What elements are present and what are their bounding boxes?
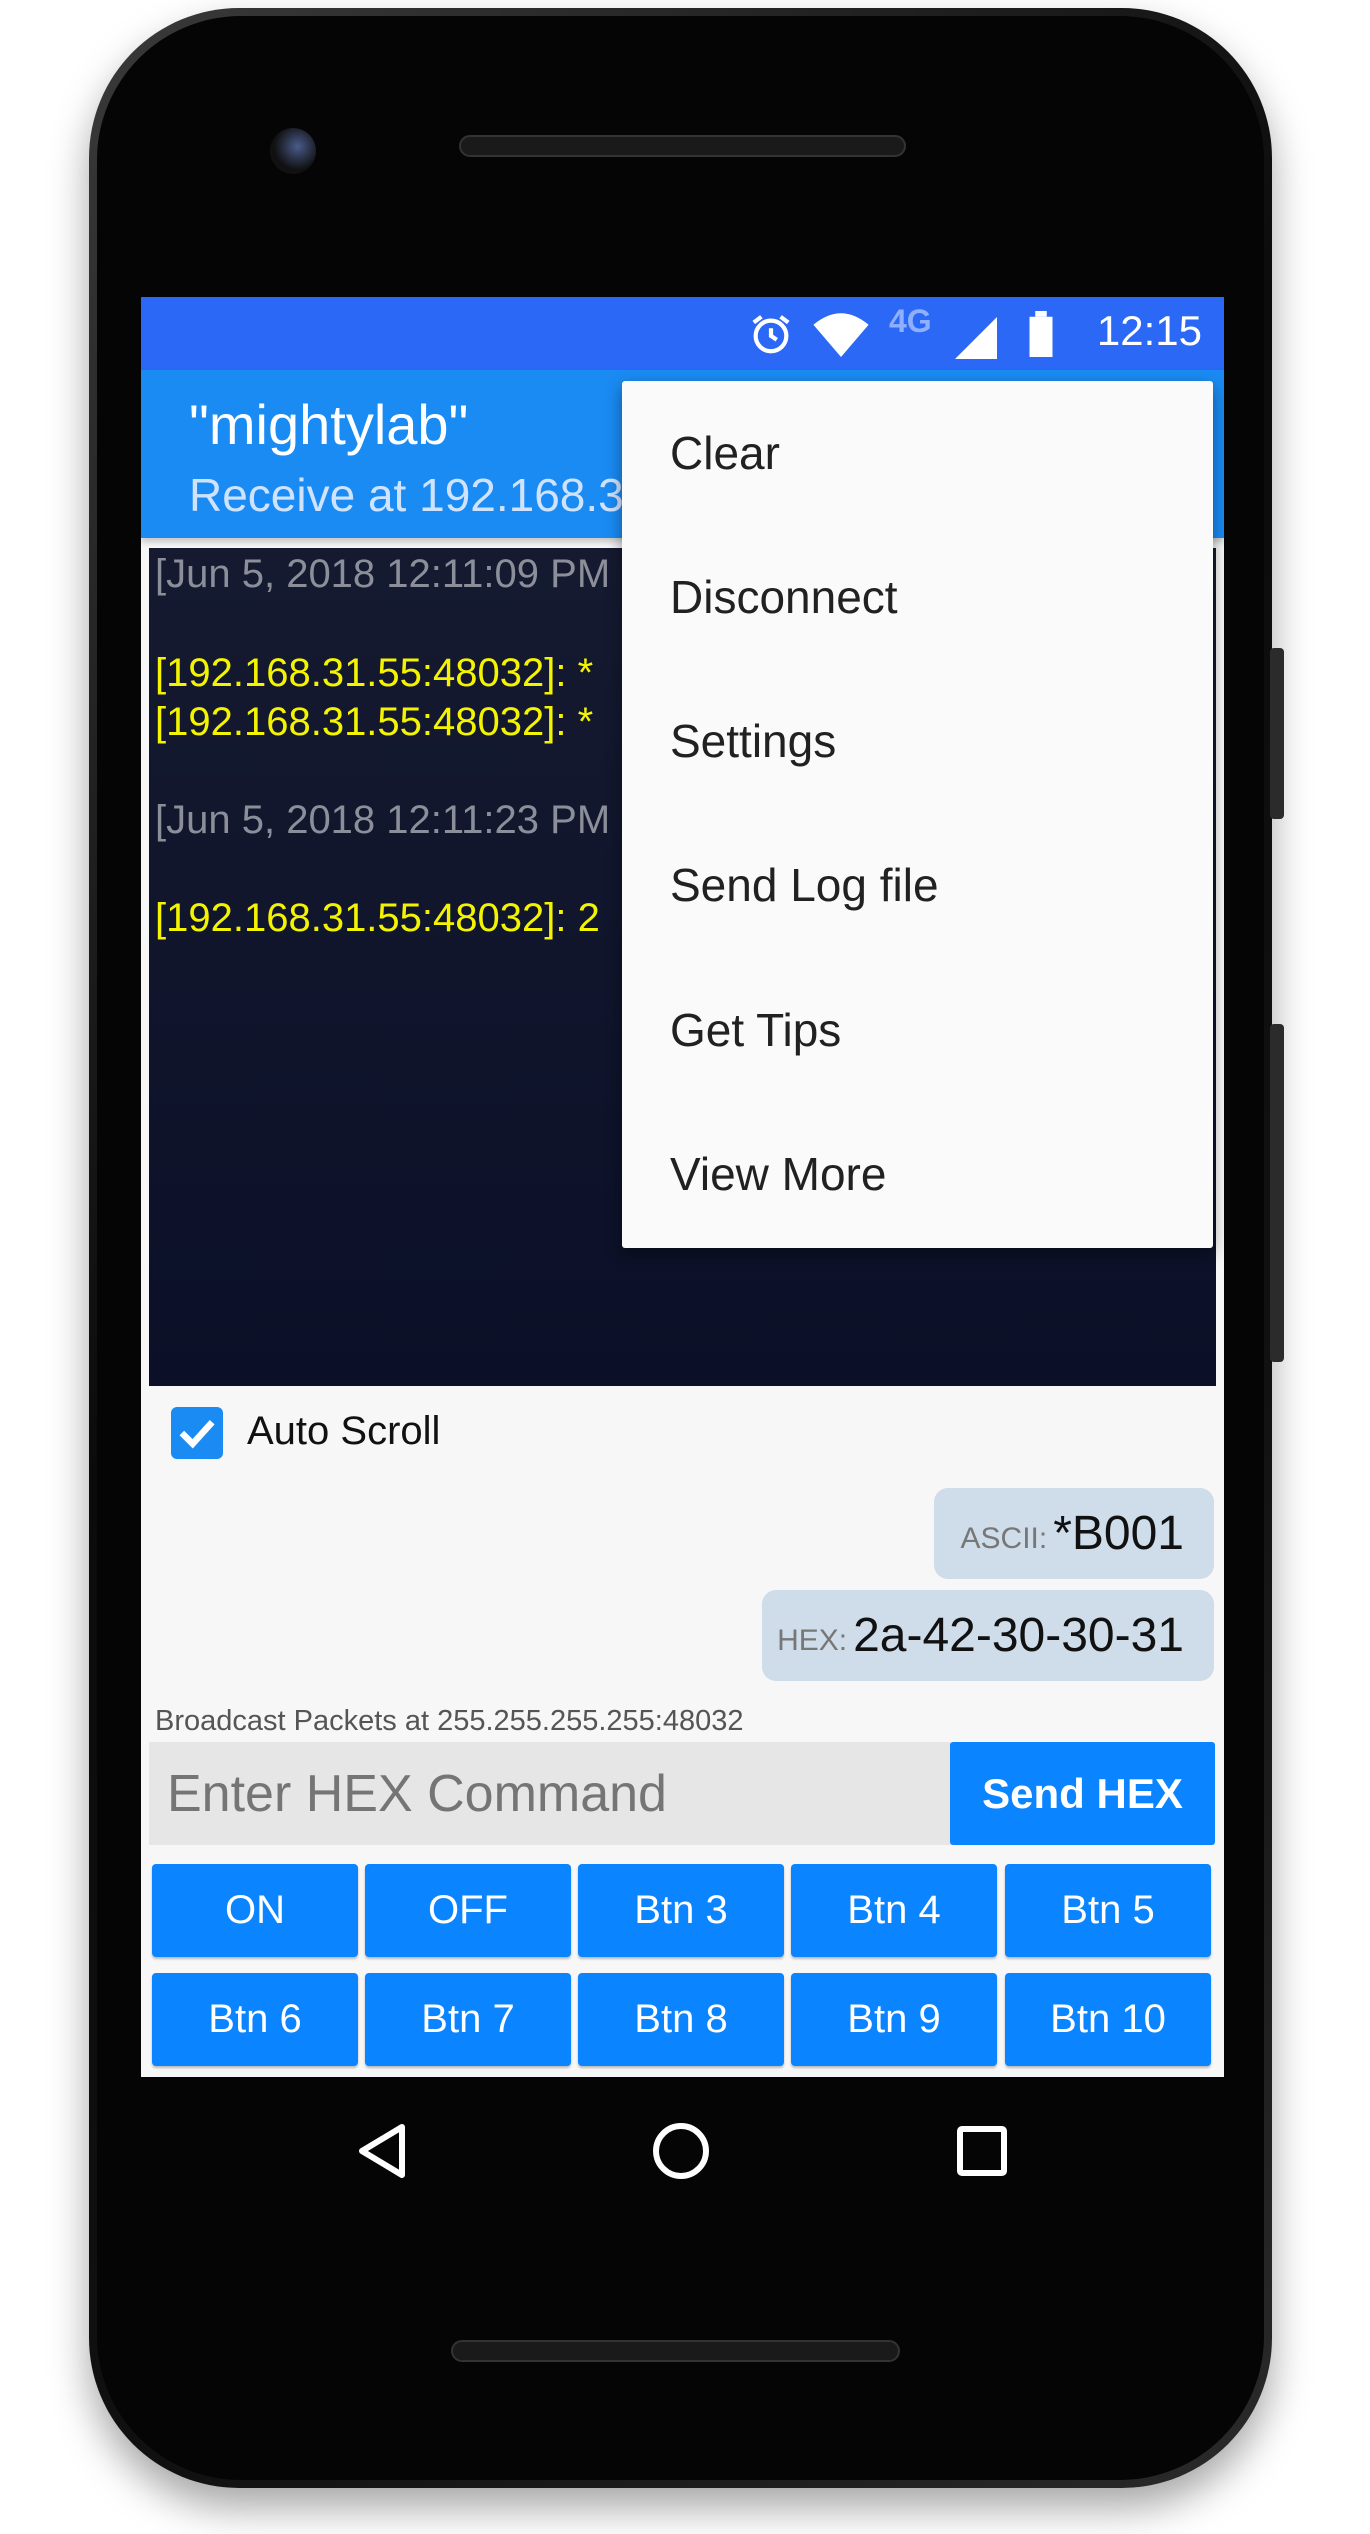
log-line: [192.168.31.55:48032]: * (155, 700, 594, 744)
menu-item-get-tips[interactable]: Get Tips (622, 958, 1213, 1102)
button-8[interactable]: Btn 8 (578, 1973, 784, 2066)
hex-value: 2a-42-30-30-31 (853, 1609, 1184, 1662)
battery-icon (1029, 311, 1053, 357)
log-line: [192.168.31.55:48032]: 2 (155, 896, 600, 940)
hex-bubble: HEX: 2a-42-30-30-31 (762, 1590, 1214, 1681)
button-on[interactable]: ON (152, 1864, 358, 1957)
status-time: 12:15 (1096, 307, 1202, 354)
auto-scroll-checkbox[interactable] (171, 1407, 223, 1459)
checkmark-icon (179, 1419, 215, 1449)
power-button (1270, 648, 1284, 819)
wifi-icon (813, 313, 869, 357)
log-line: [192.168.31.55:48032]: * (155, 651, 594, 695)
menu-item-settings[interactable]: Settings (622, 669, 1213, 813)
button-off[interactable]: OFF (365, 1864, 571, 1957)
app-subtitle: Receive at 192.168.3 (189, 469, 624, 521)
button-9[interactable]: Btn 9 (791, 1973, 997, 2066)
broadcast-info: Broadcast Packets at 255.255.255.255:480… (155, 1705, 744, 1737)
bottom-speaker (451, 2340, 900, 2362)
alarm-icon (752, 315, 790, 354)
button-5[interactable]: Btn 5 (1005, 1864, 1211, 1957)
home-icon[interactable] (651, 2121, 711, 2181)
send-hex-button[interactable]: Send HEX (950, 1742, 1215, 1845)
ascii-bubble: ASCII: *B001 (934, 1488, 1214, 1579)
log-line: [Jun 5, 2018 12:11:23 PM (155, 798, 611, 842)
button-6[interactable]: Btn 6 (152, 1973, 358, 2066)
status-bar: 4G 12:15 (141, 297, 1224, 370)
back-icon[interactable] (354, 2121, 410, 2181)
menu-item-send-log[interactable]: Send Log file (622, 813, 1213, 957)
top-speaker (459, 135, 906, 157)
recents-icon[interactable] (956, 2125, 1008, 2177)
button-7[interactable]: Btn 7 (365, 1973, 571, 2066)
hex-command-input[interactable] (149, 1742, 951, 1845)
menu-item-view-more[interactable]: View More (622, 1102, 1213, 1246)
volume-button (1270, 1024, 1284, 1362)
screen: 4G 12:15 "mightylab" Receive at 192.168.… (141, 297, 1224, 2077)
ascii-label: ASCII: (960, 1521, 1048, 1555)
button-4[interactable]: Btn 4 (791, 1864, 997, 1957)
menu-item-clear[interactable]: Clear (622, 381, 1213, 525)
signal-icon (955, 317, 997, 359)
button-3[interactable]: Btn 3 (578, 1864, 784, 1957)
menu-item-disconnect[interactable]: Disconnect (622, 525, 1213, 669)
hex-label: HEX: (777, 1623, 848, 1657)
button-10[interactable]: Btn 10 (1005, 1973, 1211, 2066)
app-title: "mightylab" (189, 393, 469, 456)
overflow-menu: Clear Disconnect Settings Send Log file … (622, 381, 1213, 1248)
ascii-value: *B001 (1053, 1507, 1184, 1560)
auto-scroll-label[interactable]: Auto Scroll (247, 1409, 440, 1454)
network-type: 4G (889, 303, 932, 339)
front-camera (270, 128, 316, 174)
log-line: [Jun 5, 2018 12:11:09 PM (155, 552, 611, 596)
